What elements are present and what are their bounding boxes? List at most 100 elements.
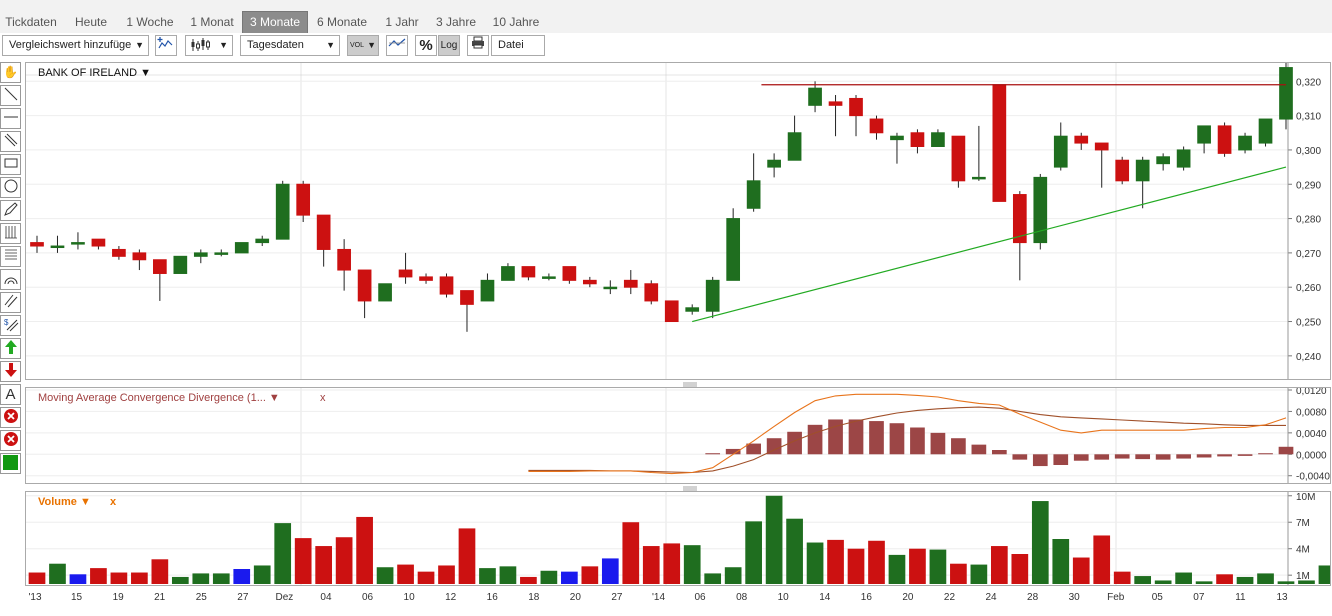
- x-tick-label: 20: [902, 592, 914, 603]
- volume-bar: [151, 559, 169, 584]
- chart-toolbar: Vergleichswert hinzufüge ▼ ▼ Tagesdaten …: [0, 33, 1332, 60]
- y-tick-label: 7M: [1296, 518, 1310, 529]
- volume-bar: [520, 576, 537, 584]
- macd-histogram-bar: [1278, 446, 1294, 455]
- y-tick-label: 0,310: [1296, 112, 1321, 123]
- horizontal-line-tool[interactable]: [0, 108, 21, 129]
- macd-histogram-bar: [930, 432, 946, 455]
- volume-bar: [929, 549, 947, 584]
- text-tool[interactable]: A: [0, 384, 21, 405]
- macd-panel[interactable]: 0,0120 0,0080 0,0040 0,0000 -0,0040 Moving A…: [25, 387, 1331, 484]
- tab-1-jahr[interactable]: 1 Jahr: [378, 12, 426, 32]
- volume-bar: [1134, 576, 1152, 584]
- candle-body: [419, 276, 433, 281]
- macd-histogram-bar: [807, 424, 823, 455]
- fibonacci-fan-tool[interactable]: [0, 246, 21, 267]
- parallel-lines-tool[interactable]: [0, 131, 21, 152]
- chart-type-dropdown[interactable]: ▼: [185, 35, 233, 56]
- volume-panel[interactable]: 10M 7M 4M 1M Volume ▼ x: [25, 491, 1331, 586]
- macd-title[interactable]: Moving Average Convergence Divergence (1…: [38, 392, 280, 404]
- candle-body: [1197, 125, 1211, 144]
- chart-title[interactable]: BANK OF IRELAND ▼: [38, 67, 151, 79]
- volume-bar: [69, 574, 87, 584]
- file-button[interactable]: Datei: [491, 35, 545, 56]
- volume-toggle-dropdown[interactable]: VOL ▼: [347, 35, 379, 56]
- delete-all-tool[interactable]: [0, 430, 21, 451]
- compare-dropdown[interactable]: Vergleichswert hinzufüge ▼: [2, 35, 149, 56]
- volume-bar: [1318, 565, 1330, 584]
- volume-close-button[interactable]: x: [110, 496, 116, 508]
- macd-histogram-bar: [1135, 454, 1151, 460]
- period-dropdown[interactable]: Tagesdaten ▼: [240, 35, 340, 56]
- volume-bar: [642, 546, 660, 584]
- x-tick-label: 12: [445, 592, 457, 603]
- percent-button[interactable]: %: [415, 35, 437, 56]
- candle-body: [1074, 135, 1089, 144]
- candle-body: [562, 266, 577, 281]
- tab-3-jahre[interactable]: 3 Jahre: [430, 12, 482, 32]
- delete-tool[interactable]: [0, 407, 21, 428]
- candle-body: [296, 183, 311, 216]
- log-scale-button[interactable]: Log: [438, 35, 460, 56]
- volume-bar: [110, 572, 128, 584]
- volume-bar: [49, 563, 66, 584]
- channel-tool[interactable]: [0, 292, 21, 313]
- x-tick-label: 22: [944, 592, 956, 603]
- x-tick-label: 18: [528, 592, 540, 603]
- horizontal-line-icon: [3, 116, 18, 118]
- hand-tool[interactable]: ✋: [0, 62, 21, 83]
- color-tool[interactable]: [0, 453, 21, 474]
- volume-bar: [294, 538, 312, 584]
- fibonacci-tool[interactable]: [0, 223, 21, 244]
- candle-body: [480, 279, 495, 302]
- sell-arrow-tool[interactable]: [0, 361, 21, 382]
- candle-body: [1053, 135, 1068, 168]
- tab-heute[interactable]: Heute: [66, 12, 116, 32]
- tab-6-monate[interactable]: 6 Monate: [310, 12, 374, 32]
- candle-body: [1135, 159, 1150, 182]
- rectangle-tool[interactable]: [0, 154, 21, 175]
- print-button[interactable]: [467, 35, 489, 56]
- price-chart-panel[interactable]: 0,320 0,310 0,300 0,290 0,280 0,270 0,260 0,250…: [25, 62, 1331, 380]
- candle-body: [542, 276, 556, 279]
- dollar-line-tool[interactable]: $: [0, 315, 21, 336]
- candle-body: [316, 214, 331, 250]
- x-tick-label: 20: [570, 592, 582, 603]
- volume-bar: [601, 558, 619, 584]
- candle-body: [91, 238, 106, 247]
- x-tick-label: 08: [736, 592, 748, 603]
- arc-tool[interactable]: [0, 269, 21, 290]
- line-style-button[interactable]: [386, 35, 408, 56]
- x-tick-label: 05: [1152, 592, 1164, 603]
- candle-body: [1033, 176, 1048, 244]
- macd-histogram-bar: [869, 421, 884, 455]
- volume-bar: [1195, 581, 1213, 584]
- macd-close-button[interactable]: x: [320, 392, 326, 404]
- circle-tool[interactable]: [0, 177, 21, 198]
- candle-body: [849, 97, 863, 117]
- tab-tickdaten[interactable]: Tickdaten: [0, 12, 62, 32]
- tab-3-monate[interactable]: 3 Monate: [242, 11, 308, 34]
- line-tool[interactable]: [0, 85, 21, 106]
- x-tick-label: 27: [611, 592, 623, 603]
- pen-tool[interactable]: [0, 200, 21, 221]
- buy-arrow-tool[interactable]: [0, 338, 21, 359]
- candle-body: [644, 283, 659, 302]
- candle-body: [214, 252, 229, 255]
- macd-histogram-bar: [991, 450, 1007, 455]
- candle-body: [50, 245, 65, 249]
- dollar-line-icon: $: [4, 318, 18, 332]
- volume-bar: [827, 539, 844, 584]
- volume-bar: [663, 543, 681, 584]
- sell-arrow-icon: [4, 363, 17, 377]
- volume-bar: [1093, 535, 1111, 584]
- candle-body: [951, 135, 966, 182]
- indicator-add-button[interactable]: [155, 35, 177, 56]
- macd-histogram-bar: [1237, 454, 1253, 456]
- tab-1-monat[interactable]: 1 Monat: [184, 12, 240, 32]
- volume-title[interactable]: Volume ▼: [38, 496, 91, 508]
- tab-10-jahre[interactable]: 10 Jahre: [486, 12, 546, 32]
- tab-1-woche[interactable]: 1 Woche: [120, 12, 180, 32]
- volume-bar: [970, 564, 988, 584]
- candle-body: [255, 238, 270, 244]
